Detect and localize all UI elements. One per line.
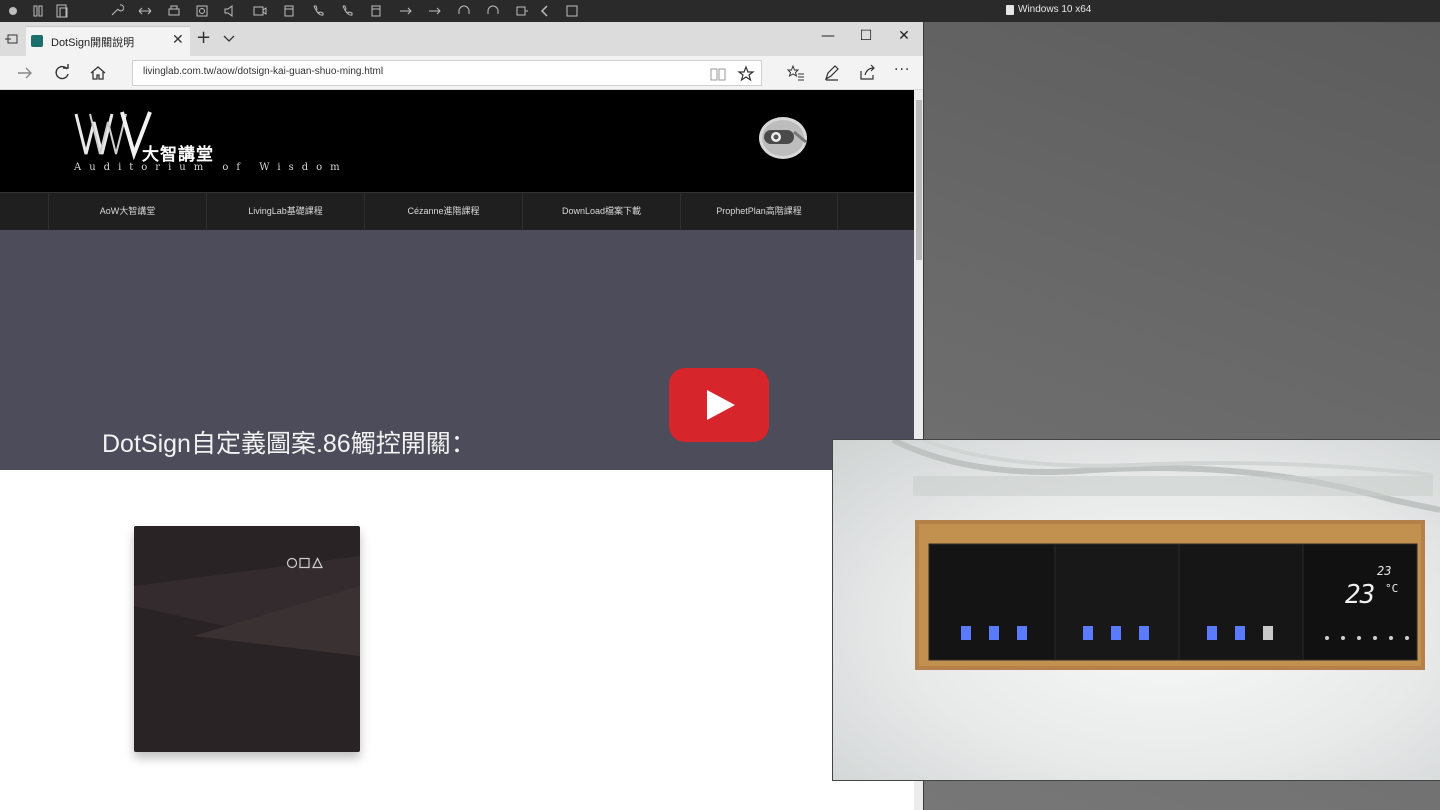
minimize-button[interactable]: — [818,28,838,48]
video-hero[interactable]: DotSign自定義圖案.86觸控開關： [0,230,914,470]
thermostat-temperature: 23 [1345,580,1375,610]
reading-view-icon[interactable] [709,65,727,83]
site-navigation: AoW大智講堂 LivingLab基礎課程 Cézanne進階課程 DownLo… [0,192,914,231]
chevron-down-icon[interactable] [222,31,236,45]
scrollbar-thumb[interactable] [916,100,922,260]
chevron-left-icon[interactable] [537,3,553,19]
headphones-icon-2[interactable] [485,3,501,19]
hero-title: DotSign自定義圖案.86觸控開關： [102,430,476,458]
usb-icon[interactable] [398,3,414,19]
logo-english-text: Auditorium of Wisdom [74,162,348,173]
youtube-play-icon [707,390,735,420]
maximize-button[interactable]: ☐ [856,28,876,48]
youtube-play-button[interactable] [669,368,769,442]
headphones-icon[interactable] [456,3,472,19]
printer-icon[interactable] [166,3,182,19]
favorites-hub-icon[interactable] [786,63,806,83]
pause-icon[interactable] [30,3,46,19]
speaker-icon[interactable] [222,3,238,19]
home-icon[interactable] [88,63,108,83]
document-icon [1006,5,1014,15]
nav-item-aow[interactable]: AoW大智講堂 [48,193,206,231]
tab-strip: DotSign開關說明 ✕ + — ☐ ✕ [0,22,923,56]
tab-active[interactable]: DotSign開關說明 ✕ [26,26,190,56]
tab-actions-icon[interactable] [4,31,20,47]
camera-video-overlay: 23 23 °C [833,440,1440,780]
product-sheen [134,556,360,656]
url-text[interactable]: livinglab.com.tw/aow/dotsign-kai-guan-sh… [143,66,383,77]
favorite-star-icon[interactable] [737,65,755,83]
snapshot-icon[interactable] [54,3,70,19]
refresh-icon[interactable] [52,63,72,83]
tab-close-icon[interactable]: ✕ [172,32,184,48]
video-camera-icon[interactable] [252,3,268,19]
new-tab-icon[interactable]: + [196,27,211,48]
nav-item-livinglab[interactable]: LivingLab基礎課程 [206,193,364,231]
address-bar[interactable]: livinglab.com.tw/aow/dotsign-kai-guan-sh… [132,60,762,86]
vm-title: Windows 10 x64 [1018,4,1092,15]
logo-mark-icon[interactable] [72,108,152,160]
usb-icon-2[interactable] [427,3,443,19]
circle-square-triangle-icon [286,557,323,569]
disk-icon[interactable] [281,3,297,19]
robot-icon[interactable] [754,112,812,162]
record-icon[interactable] [5,3,21,19]
share-icon[interactable] [858,63,878,83]
vm-toolbar: Windows 10 x64 [0,0,1440,22]
close-button[interactable]: ✕ [894,28,914,48]
tab-title: DotSign開關說明 [51,37,135,49]
pen-icon[interactable] [822,63,842,83]
forward-arrow-icon[interactable] [15,63,35,83]
site-header: 大智講堂 Auditorium of Wisdom [0,90,914,192]
thermostat-setpoint: 23 [1377,564,1392,578]
wrench-icon[interactable] [108,3,124,19]
switch-product-image [134,526,360,752]
disk-icon-2[interactable] [368,3,384,19]
resize-icon[interactable] [137,3,153,19]
phone-icon[interactable] [310,3,326,19]
window-icon[interactable] [564,3,580,19]
switch-panel-photo [891,440,1440,670]
phone-icon-2[interactable] [339,3,355,19]
nav-item-cezanne[interactable]: Cézanne進階課程 [364,193,522,231]
address-bar-row: livinglab.com.tw/aow/dotsign-kai-guan-sh… [0,56,923,90]
camera-icon[interactable] [194,3,210,19]
nav-item-download[interactable]: DownLoad檔案下載 [522,193,680,231]
more-icon[interactable]: ··· [894,62,914,82]
device-icon[interactable] [514,3,530,19]
favicon-icon [31,35,43,47]
browser-window: DotSign開關說明 ✕ + — ☐ ✕ livinglab.com.tw/a… [0,22,924,810]
thermostat-unit: °C [1385,582,1399,595]
web-page: 大智講堂 Auditorium of Wisdom AoW大智講堂 Living… [0,90,914,810]
nav-item-prophetplan[interactable]: ProphetPlan高階課程 [680,193,838,231]
